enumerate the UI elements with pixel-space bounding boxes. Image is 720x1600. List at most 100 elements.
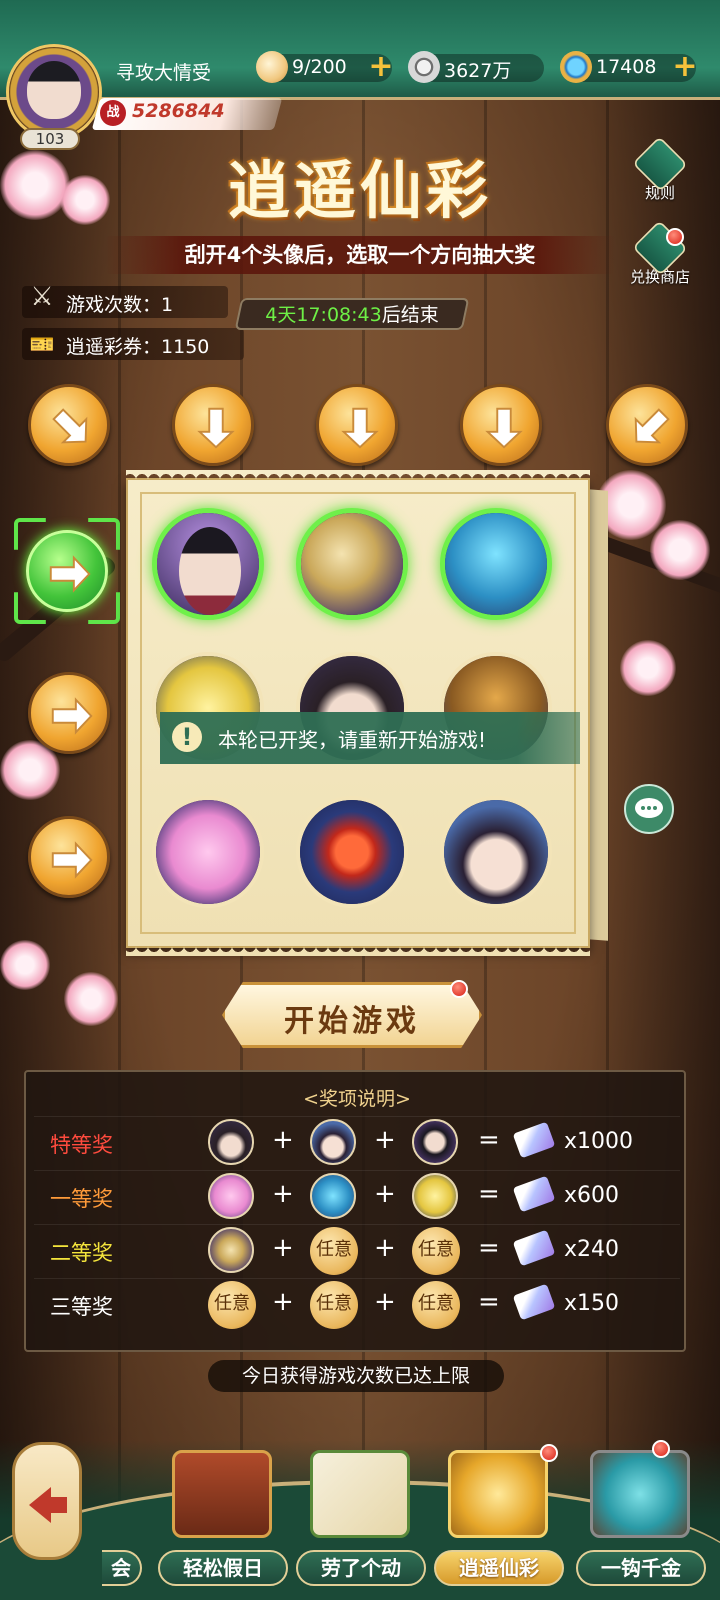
column-1-down-button[interactable] [172,384,254,466]
play-count: 游戏次数：1 [66,290,173,317]
plus-sign: + [374,1179,396,1209]
player-avatar[interactable] [6,44,102,140]
mahjong-tiles-icon [310,1450,410,1538]
add-jade-button[interactable]: + [670,52,700,83]
any-badge: 任意 [412,1227,460,1275]
top-bar [0,0,720,100]
lottery-ticket-icon [512,1175,556,1213]
fishing-notification-dot [652,1440,670,1458]
prize-multiplier: x150 [564,1291,620,1316]
cell-red-lantern[interactable] [296,796,408,908]
cell-background [301,513,403,615]
nav-label: 逍遥仙彩 [434,1550,564,1586]
row-3-right-button[interactable] [28,816,110,898]
row-1-right-button[interactable] [26,530,108,612]
plus-sign: + [374,1233,396,1263]
tickets-label: 逍遥彩券： [66,336,162,358]
notice-banner: ! 本轮已开奖，请重新开始游戏! [160,712,580,764]
nav-partial-event[interactable]: 会 [52,1440,142,1590]
event-subtitle: 刮开4个头像后，选取一个方向抽大奖 [105,236,615,274]
daily-limit-notice: 今日获得游戏次数已达上限 [208,1360,504,1392]
timer-suffix: 后结束 [381,304,439,326]
prize-table-title: <奖项说明> [303,1088,411,1110]
diagonal-down-left-button[interactable] [606,384,688,466]
cell-blue-spirit[interactable] [440,508,552,620]
start-game-label[interactable]: 开始游戏 [222,996,482,1040]
prize-name: 二等奖 [50,1241,113,1265]
plus-sign: + [374,1287,396,1317]
exchange-shop-button[interactable]: 兑换商店 [622,220,698,287]
column-3-down-button[interactable] [460,384,542,466]
silver-value: 3627万 [444,60,512,82]
nav-labor-event[interactable]: 劳了个动 [296,1440,426,1590]
cell-background [300,800,404,904]
add-stamina-button[interactable]: + [366,52,396,83]
tickets-value: 1150 [161,336,210,358]
jade-icon [560,51,592,83]
cell-background [444,800,548,904]
event-title: 逍遥仙彩 [227,154,492,227]
prize-name: 特等奖 [50,1133,113,1157]
equals-sign: = [478,1125,500,1155]
plus-sign: + [272,1179,294,1209]
cell-background [445,513,547,615]
prize-table: <奖项说明> 特等奖 + + = x1000 一等奖 + + = x600 二等… [24,1070,686,1352]
nav-label: 轻松假日 [158,1550,288,1586]
prize-multiplier: x1000 [564,1129,634,1154]
nav-label: 一钩千金 [576,1550,706,1586]
cell-maiden[interactable] [440,796,552,908]
play-count-label: 游戏次数： [66,294,162,316]
silver-coin-icon [408,51,440,83]
row-2-right-button[interactable] [28,672,110,754]
board-shadow [588,489,608,941]
purple-lady-icon [412,1119,458,1165]
cell-pink-spirit[interactable] [152,796,264,908]
start-notification-dot [450,980,468,998]
shop-notification-dot [666,228,684,246]
gem-chain-icon [590,1450,690,1538]
gold-tickets-icon [448,1450,548,1538]
maiden-icon [310,1119,356,1165]
prize-multiplier: x600 [564,1183,620,1208]
treasure-chest-icon [172,1450,272,1538]
pink-spirit-icon [208,1173,254,1219]
plus-sign: + [272,1287,294,1317]
any-badge: 任意 [412,1281,460,1329]
chat-bubble-button[interactable] [624,784,674,834]
yellow-sprout-icon [412,1173,458,1219]
plus-sign: + [272,1125,294,1155]
play-count-pill: ⚔ 游戏次数：1 [22,282,228,318]
jade-value: 17408 [596,56,657,78]
rules-button[interactable]: 规则 [622,136,698,203]
blossom [0,940,50,990]
nav-label: 劳了个动 [296,1550,426,1586]
stamina-value: 9/200 [292,56,347,78]
golden-dragon-icon [208,1227,254,1273]
battle-power-icon: 战 [100,100,126,126]
swordsman-icon [208,1119,254,1165]
cell-background [156,800,260,904]
cell-purple-lady[interactable] [152,508,264,620]
column-2-down-button[interactable] [316,384,398,466]
steamed-bun-icon [256,51,288,83]
lottery-ticket-icon [512,1229,556,1267]
tickets: 逍遥彩券：1150 [66,332,209,359]
blossom [64,972,118,1026]
prize-row-second: 二等奖 + 任意 + 任意 = x240 [34,1224,680,1275]
diagonal-down-right-button[interactable] [28,384,110,466]
lottery-ticket-icon [512,1283,556,1321]
plus-sign: + [374,1125,396,1155]
purple-lady-face [179,527,241,615]
nav-xiaoyao-lottery[interactable]: 逍遥仙彩 [434,1440,564,1590]
crossed-swords-icon: ⚔ [30,282,54,312]
blossom [620,640,676,696]
blue-spirit-icon [310,1173,356,1219]
cell-golden-dragon[interactable] [296,508,408,620]
nav-relaxing-holiday[interactable]: 轻松假日 [158,1440,288,1590]
blossom [650,520,710,580]
avatar-portrait [27,61,81,119]
stamina-resource: 9/200 + [256,51,394,83]
event-timer: 4天17:08:43后结束 [238,300,466,327]
nav-fishing-event[interactable]: 一钩千金 [576,1440,706,1590]
timer-value: 4天17:08:43 [265,304,382,326]
